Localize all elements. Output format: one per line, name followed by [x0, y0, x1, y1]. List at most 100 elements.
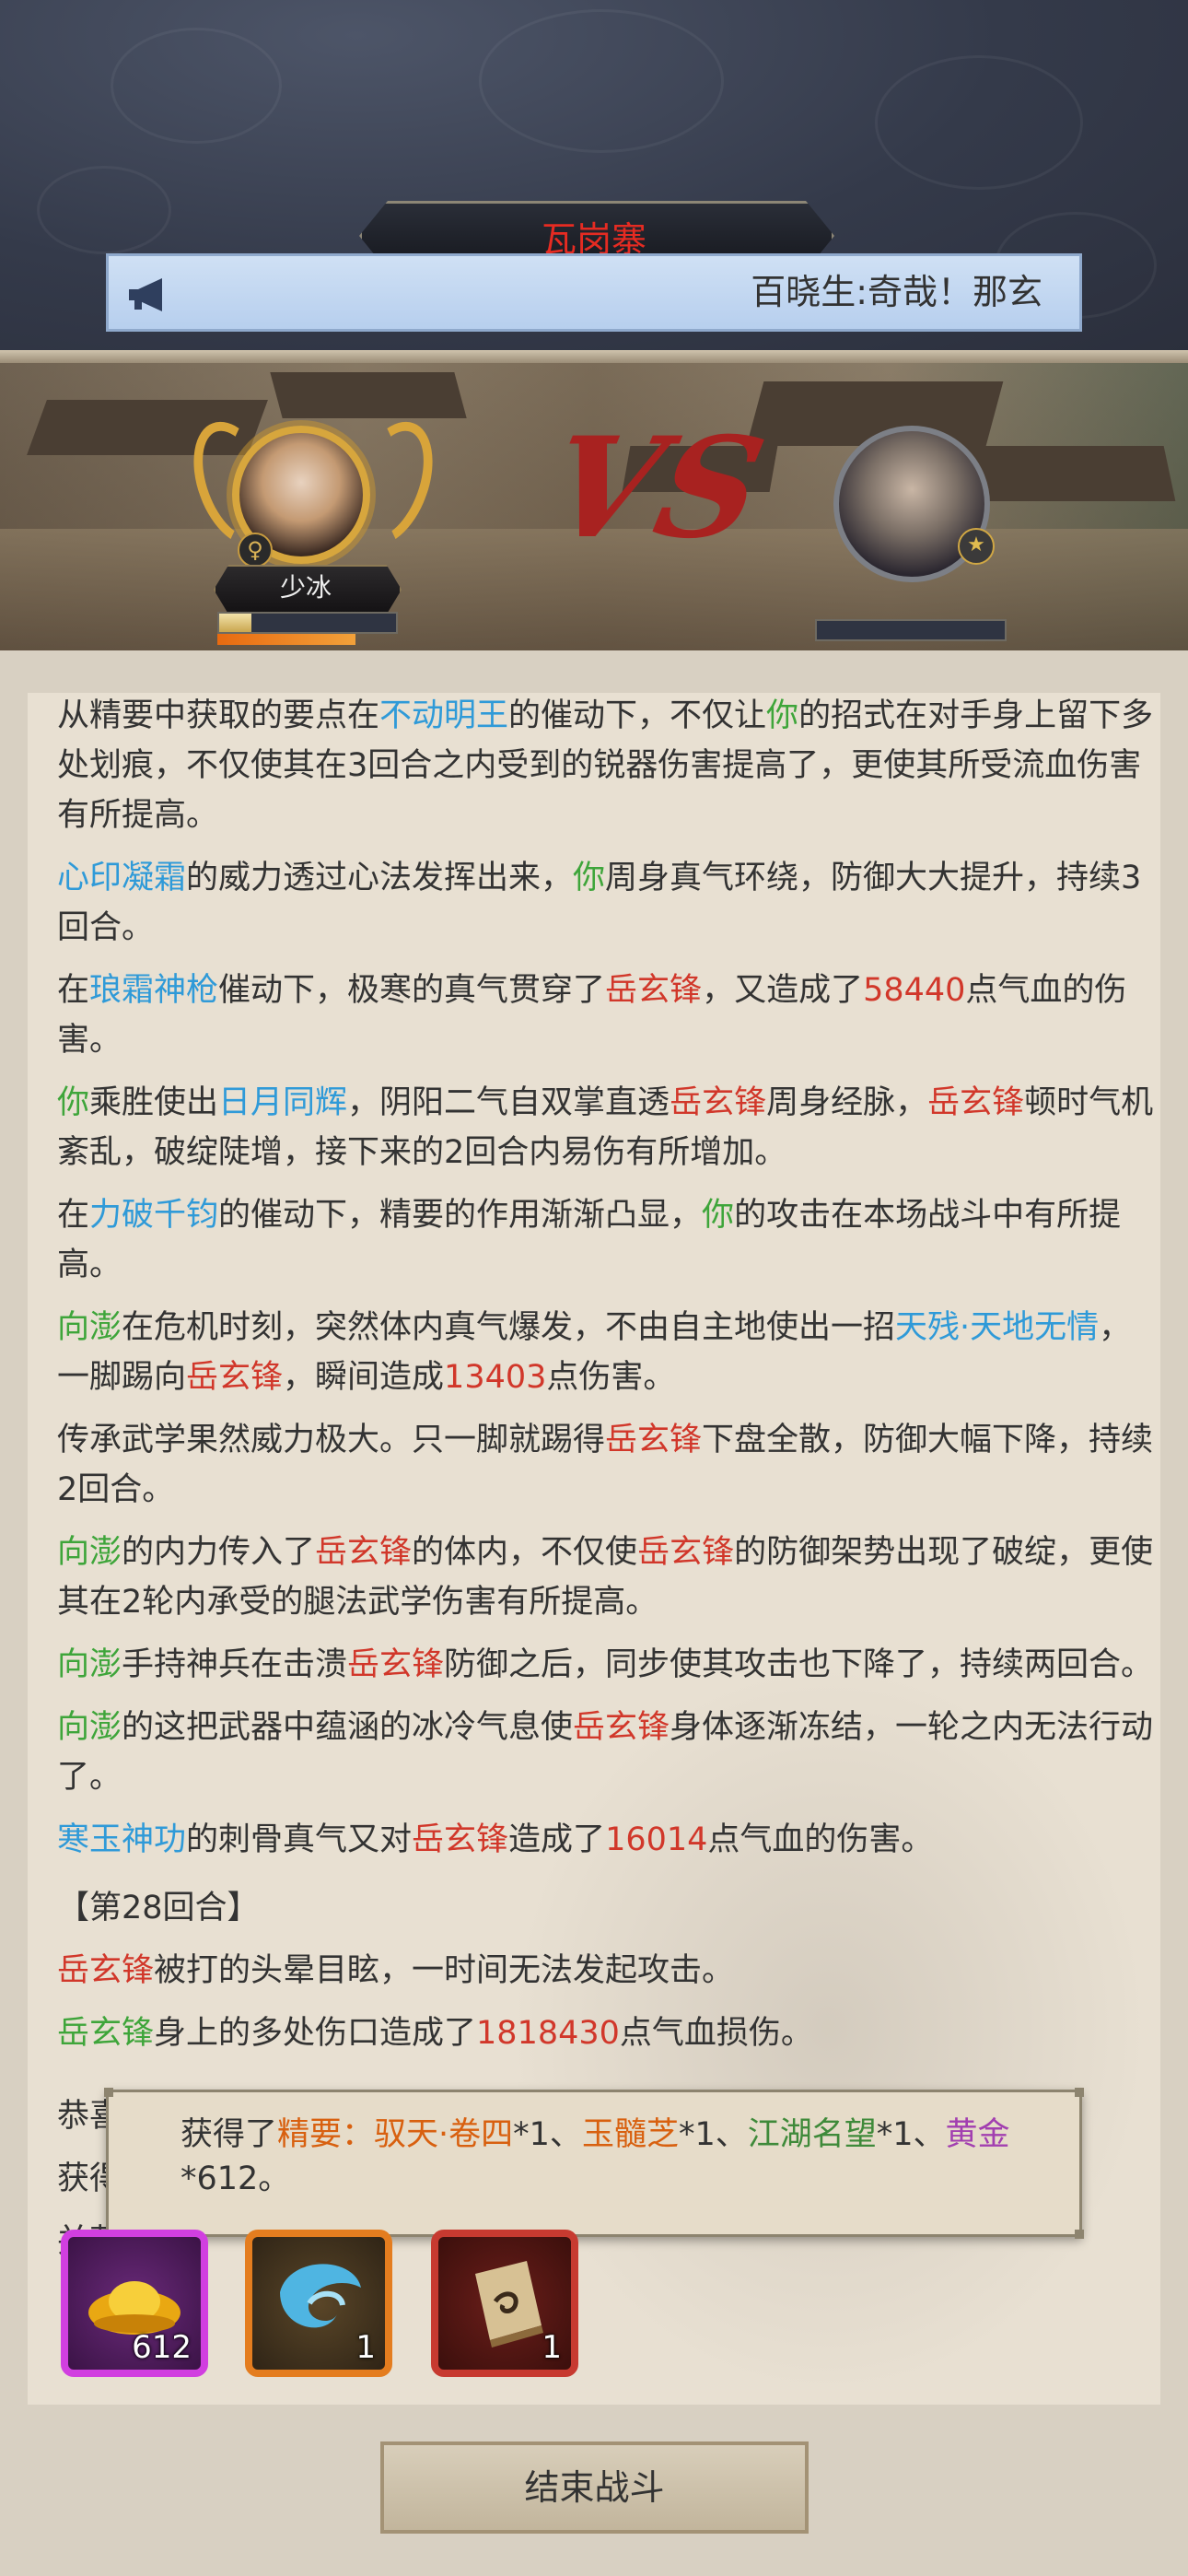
log-segment: 13403 — [444, 1359, 547, 1396]
log-segment: 向澎 — [57, 1309, 122, 1346]
log-line: 寒玉神功的刺骨真气又对岳玄锋造成了16014点气血的伤害。 — [57, 1815, 1158, 1865]
log-segment: 的体内，不仅使 — [412, 1534, 638, 1571]
log-segment: 岳玄锋 — [670, 1084, 767, 1121]
log-line: 你乘胜使出日月同辉，阴阳二气自双掌直透岳玄锋周身经脉，岳玄锋顿时气机紊乱，破绽陡… — [57, 1078, 1158, 1177]
tooltip-item-qty: *612。 — [181, 2160, 291, 2197]
log-segment: 岳玄锋 — [347, 1646, 445, 1683]
log-segment: 岳玄锋 — [605, 972, 703, 1009]
log-segment: 周身经脉， — [766, 1084, 928, 1121]
tooltip-item-name: 江湖名望 — [747, 2116, 877, 2153]
tooltip-item-qty: *1、 — [678, 2116, 748, 2153]
log-line: 岳玄锋被打的头晕目眩，一时间无法发起攻击。 — [57, 1946, 1158, 1996]
log-segment: 岳玄锋 — [412, 1821, 509, 1858]
log-segment: 岳玄锋 — [927, 1084, 1025, 1121]
log-segment: 岳玄锋 — [57, 1952, 155, 1989]
header-divider — [0, 350, 1188, 363]
reward-item-gold[interactable]: 612 — [61, 2230, 208, 2377]
log-segment: 防御之后，同步使其攻击也下降了，持续两回合。 — [444, 1646, 1154, 1683]
log-segment: 被打的头晕目眩，一时间无法发起攻击。 — [154, 1952, 735, 1989]
log-segment: 在 — [57, 972, 90, 1009]
log-segment: 16014 — [605, 1821, 708, 1858]
item-count: 1 — [355, 2329, 376, 2366]
log-segment: 琅霜神枪 — [89, 972, 219, 1009]
log-segment: 点伤害。 — [546, 1359, 676, 1396]
log-segment: 岳玄锋 — [186, 1359, 284, 1396]
log-line: 向澎的这把武器中蕴涵的冰冷气息使岳玄锋身体逐渐冻结，一轮之内无法行动了。 — [57, 1703, 1158, 1802]
log-segment: 的催动下，不仅让 — [508, 697, 767, 734]
rank-badge-icon: ★ — [958, 528, 995, 565]
log-segment: 你 — [766, 697, 799, 734]
enemy-hp-bar — [815, 619, 1007, 641]
log-segment: 岳玄锋 — [315, 1534, 413, 1571]
log-segment: 力破千钧 — [89, 1197, 219, 1234]
log-segment: 你 — [573, 860, 606, 896]
reward-item-manual[interactable]: 1 — [431, 2230, 578, 2377]
log-segment: 心印凝霜 — [57, 860, 187, 896]
log-line: 在琅霜神枪催动下，极寒的真气贯穿了岳玄锋，又造成了58440点气血的伤害。 — [57, 966, 1158, 1065]
log-segment: 催动下，极寒的真气贯穿了 — [218, 972, 606, 1009]
item-count: 1 — [542, 2329, 562, 2366]
log-segment: ，阴阳二气自双掌直透 — [347, 1084, 670, 1121]
log-line: 传承武学果然威力极大。只一脚就踢得岳玄锋下盘全散，防御大幅下降，持续2回合。 — [57, 1415, 1158, 1515]
log-segment: 身上的多处伤口造成了 — [154, 2015, 477, 2052]
tooltip-item-qty: *1、 — [513, 2116, 582, 2153]
log-segment: 的威力透过心法发挥出来， — [186, 860, 574, 896]
log-segment: 点气血损伤。 — [619, 2015, 813, 2052]
log-segment: 岳玄锋 — [57, 2015, 155, 2052]
item-count: 612 — [132, 2329, 192, 2366]
reward-item-lingzhi[interactable]: 1 — [245, 2230, 392, 2377]
log-segment: 的这把武器中蕴涵的冰冷气息使 — [122, 1709, 574, 1746]
log-segment: ，又造成了 — [702, 972, 864, 1009]
player-hp-bar — [217, 612, 398, 634]
log-line: 岳玄锋身上的多处伤口造成了1818430点气血损伤。 — [57, 2008, 1158, 2058]
battle-log: 从精要中获取的要点在不动明王的催动下，不仅让你的招式在对手身上留下多处划痕，不仅… — [57, 693, 1158, 2279]
female-icon: ♀ — [238, 533, 273, 568]
round-label: 【第28回合】 — [57, 1890, 260, 1926]
megaphone-icon — [129, 278, 162, 311]
log-segment: 从精要中获取的要点在 — [57, 697, 380, 734]
log-segment: 58440 — [863, 972, 966, 1009]
reward-tooltip: 获得了精要：驭天·卷四*1、玉髓芝*1、江湖名望*1、黄金*612。 — [104, 2088, 1084, 2239]
log-line: 在力破千钧的催动下，精要的作用渐渐凸显，你的攻击在本场战斗中有所提高。 — [57, 1190, 1158, 1290]
log-segment: 日月同辉 — [218, 1084, 348, 1121]
log-line: 从精要中获取的要点在不动明王的催动下，不仅让你的招式在对手身上留下多处划痕，不仅… — [57, 693, 1158, 840]
log-segment: 岳玄锋 — [573, 1709, 670, 1746]
log-segment: 在 — [57, 1197, 90, 1234]
log-segment: 天残·天地无情 — [895, 1309, 1100, 1346]
log-segment: 的刺骨真气又对 — [186, 1821, 413, 1858]
log-segment: 向澎 — [57, 1646, 122, 1683]
tooltip-item-name: 黄金 — [945, 2116, 1010, 2153]
broadcast-banner[interactable]: 百晓生:奇哉！那玄 — [106, 253, 1082, 332]
log-line: 心印凝霜的威力透过心法发挥出来，你周身真气环绕，防御大大提升，持续3回合。 — [57, 853, 1158, 953]
reward-tooltip-text: 获得了精要：驭天·卷四*1、玉髓芝*1、江湖名望*1、黄金*612。 — [181, 2113, 1055, 2201]
broadcast-text: 百晓生:奇哉！那玄 — [751, 272, 1042, 312]
log-line: 向澎手持神兵在击溃岳玄锋防御之后，同步使其攻击也下降了，持续两回合。 — [57, 1640, 1158, 1690]
player-energy-bar — [217, 634, 355, 645]
log-segment: 寒玉神功 — [57, 1821, 187, 1858]
log-segment: 在危机时刻，突然体内真气爆发，不由自主地使出一招 — [122, 1309, 896, 1346]
player-hp-fill — [219, 614, 251, 632]
log-segment: ，瞬间造成 — [283, 1359, 445, 1396]
log-segment: 不动明王 — [379, 697, 509, 734]
tooltip-item-name: 精要：驭天·卷四 — [277, 2116, 514, 2153]
log-line: 向澎在危机时刻，突然体内真气爆发，不由自主地使出一招天残·天地无情，一脚踢向岳玄… — [57, 1303, 1158, 1402]
log-segment: 手持神兵在击溃 — [122, 1646, 348, 1683]
log-segment: 点气血的伤害。 — [707, 1821, 934, 1858]
log-segment: 1818430 — [476, 2015, 620, 2052]
player-name: 少冰 — [279, 572, 332, 603]
log-segment: 你 — [702, 1197, 735, 1234]
log-segment: 造成了 — [508, 1821, 606, 1858]
log-segment: 向澎 — [57, 1709, 122, 1746]
log-segment: 岳玄锋 — [637, 1534, 735, 1571]
log-segment: 你 — [57, 1084, 90, 1121]
tooltip-item-qty: *1、 — [876, 2116, 946, 2153]
end-battle-button[interactable]: 结束战斗 — [380, 2441, 809, 2534]
tooltip-prefix: 获得了 — [181, 2116, 278, 2153]
log-segment: 的催动下，精要的作用渐渐凸显， — [218, 1197, 703, 1234]
log-segment: 岳玄锋 — [605, 1422, 703, 1458]
log-segment: 的内力传入了 — [122, 1534, 316, 1571]
log-line: 向澎的内力传入了岳玄锋的体内，不仅使岳玄锋的防御架势出现了破绽，更使其在2轮内承… — [57, 1528, 1158, 1627]
log-segment: 乘胜使出 — [89, 1084, 219, 1121]
log-segment: 向澎 — [57, 1534, 122, 1571]
log-segment: 传承武学果然威力极大。只一脚就踢得 — [57, 1422, 606, 1458]
